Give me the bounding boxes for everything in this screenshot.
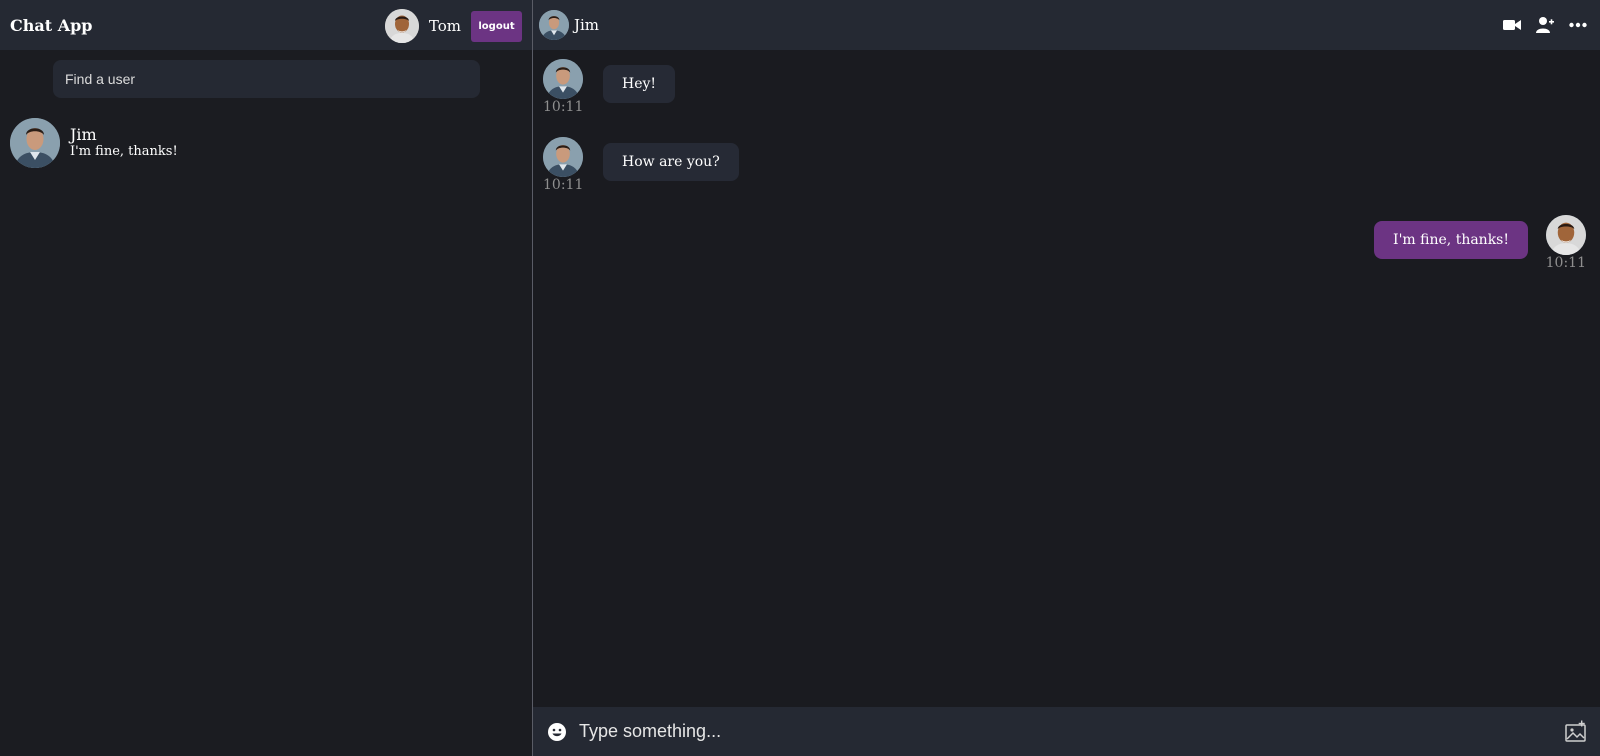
message-row: 10:11 xyxy=(543,137,583,193)
message-time: 10:11 xyxy=(543,99,584,115)
sidebar-header: Chat App Tom logout xyxy=(0,0,532,50)
chat-list-item-name: Jim xyxy=(70,125,97,144)
message-bubble: Hey! xyxy=(603,65,676,103)
avatar-tom[interactable] xyxy=(384,9,419,43)
add-image-icon[interactable] xyxy=(1564,720,1588,744)
emoji-icon[interactable] xyxy=(547,722,567,742)
search-container xyxy=(0,50,532,98)
app-title: Chat App xyxy=(10,15,93,35)
video-camera-icon[interactable] xyxy=(1501,14,1523,36)
chat-header-name: Jim xyxy=(574,16,600,34)
message-composer xyxy=(533,707,1600,756)
chat-header: Jim xyxy=(533,0,1600,50)
message-input[interactable] xyxy=(579,721,1564,742)
message-bubble-own: I'm fine, thanks! xyxy=(1374,221,1528,259)
more-options-icon[interactable] xyxy=(1567,14,1589,36)
current-user: Tom logout xyxy=(384,9,522,43)
message-avatar-tom xyxy=(1545,215,1586,255)
message-list: 10:11 Hey! 10:11 How are you? 10:11 I'm … xyxy=(533,50,1600,707)
chat-list-item-text: Jim I'm fine, thanks! xyxy=(70,126,178,160)
message-row: 10:11 xyxy=(543,59,583,115)
chat-panel: Jim 10:11 Hey! 10:11 How are you? 10:11 … xyxy=(533,0,1600,756)
current-user-name: Tom xyxy=(428,17,461,35)
chat-header-actions xyxy=(1501,14,1600,36)
message-avatar-jim xyxy=(543,137,583,177)
avatar-jim xyxy=(10,118,60,168)
message-time: 10:11 xyxy=(543,177,584,193)
chat-app: Chat App Tom logout Find a user Jim I'm … xyxy=(0,0,1600,756)
logout-button[interactable]: logout xyxy=(471,10,522,42)
message-bubble: How are you? xyxy=(603,143,739,181)
chat-list: Jim I'm fine, thanks! xyxy=(0,118,532,168)
search-input[interactable] xyxy=(53,60,480,98)
message-avatar-jim xyxy=(543,59,583,99)
chat-header-avatar xyxy=(539,10,569,40)
chat-list-item-last-message: I'm fine, thanks! xyxy=(70,144,178,159)
add-user-icon[interactable] xyxy=(1534,14,1556,36)
message-row-own: 10:11 xyxy=(1545,215,1586,271)
chat-list-item-jim[interactable]: Jim I'm fine, thanks! xyxy=(0,118,532,168)
sidebar: Chat App Tom logout Find a user Jim I'm … xyxy=(0,0,533,756)
message-time: 10:11 xyxy=(1545,255,1586,271)
